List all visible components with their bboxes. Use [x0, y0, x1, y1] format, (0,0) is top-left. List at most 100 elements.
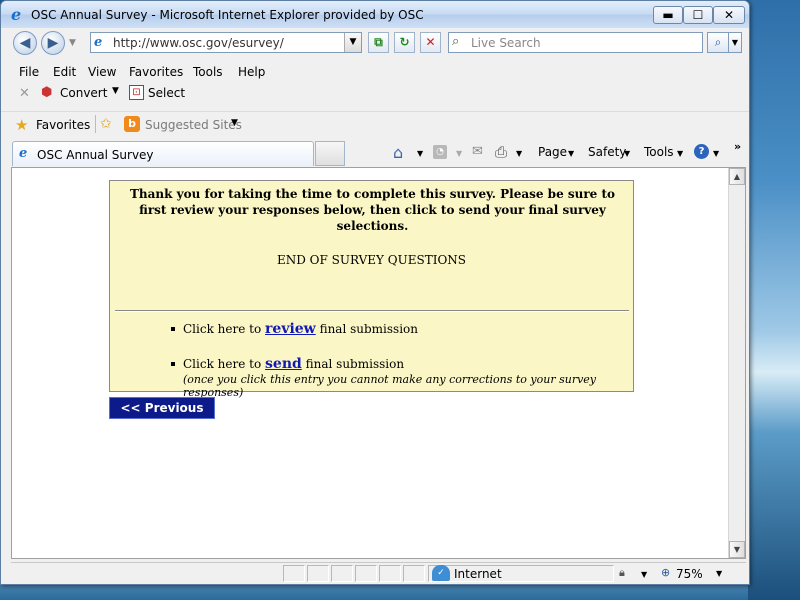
desktop-background [748, 0, 800, 600]
zone-label: Internet [454, 567, 502, 581]
page-dropdown-icon[interactable]: ▼ [568, 149, 574, 158]
stop-icon[interactable]: ✕ [420, 32, 441, 53]
convert-dropdown-icon[interactable]: ▼ [112, 86, 119, 96]
page-content: Thank you for taking the time to complet… [11, 167, 746, 559]
search-options-icon[interactable]: ▼ [728, 32, 742, 53]
menu-edit[interactable]: Edit [53, 65, 76, 79]
send-warning-note: (once you click this entry you cannot ma… [183, 373, 597, 399]
status-cell-5 [379, 565, 401, 582]
home-dropdown-icon[interactable]: ▼ [417, 149, 423, 158]
suggested-sites-dropdown-icon[interactable]: ▼ [231, 118, 238, 128]
send-prefix: Click here to [183, 357, 262, 371]
review-bullet [171, 327, 175, 331]
suggested-sites-button[interactable]: Suggested Sites [145, 118, 242, 132]
url-text[interactable]: http://www.osc.gov/esurvey/ [113, 36, 284, 50]
maximize-button[interactable]: ☐ [683, 6, 713, 24]
favorites-bar: ★ Favorites ✩ b Suggested Sites ▼ [1, 111, 749, 137]
browser-window: e OSC Annual Survey - Microsoft Internet… [0, 0, 750, 585]
address-bar: ◀ ▶ ▼ e http://www.osc.gov/esurvey/ ▼ ⧉ … [1, 28, 749, 58]
ie-logo-icon: e [11, 5, 22, 24]
minimize-button[interactable]: ▬ [653, 6, 683, 24]
compatibility-view-icon[interactable]: ⧉ [368, 32, 389, 53]
select-pdf-icon: ⊡ [129, 85, 144, 100]
print-dropdown-icon[interactable]: ▼ [516, 149, 522, 158]
page-icon: e [94, 35, 103, 50]
convert-button[interactable]: Convert [60, 86, 107, 100]
zoom-level[interactable]: 75% [676, 567, 703, 581]
home-icon[interactable]: ⌂ [393, 143, 403, 162]
send-link[interactable]: send [265, 356, 302, 372]
favorites-star-icon[interactable]: ★ [15, 116, 28, 134]
convert-toolbar: ✕ ⬢ Convert ▼ ⊡ Select [1, 83, 749, 105]
menu-favorites[interactable]: Favorites [129, 65, 183, 79]
safety-menu[interactable]: Safety [588, 145, 626, 159]
scroll-down-icon[interactable]: ▼ [729, 541, 745, 558]
forward-button[interactable]: ▶ [41, 31, 65, 55]
live-search-icon: ⌕ [452, 34, 460, 49]
tab-row: e OSC Annual Survey ⌂ ▼ ◔ ▼ ✉ ⎙ ▼ Page ▼… [1, 140, 749, 166]
send-suffix: final submission [305, 357, 405, 371]
recent-pages-dropdown-icon[interactable]: ▼ [69, 38, 76, 48]
feeds-dropdown-icon[interactable]: ▼ [456, 149, 462, 158]
search-placeholder: Live Search [471, 36, 541, 50]
status-cell-1 [283, 565, 305, 582]
read-mail-icon[interactable]: ✉ [472, 144, 483, 159]
survey-panel: Thank you for taking the time to complet… [109, 180, 634, 399]
status-cell-2 [307, 565, 329, 582]
zoom-dropdown-icon[interactable]: ▼ [716, 569, 722, 578]
toolbar-close-icon[interactable]: ✕ [19, 86, 30, 101]
protected-mode-icon[interactable]: 🔒︎ [619, 566, 625, 580]
new-tab-button[interactable] [315, 141, 345, 166]
close-button[interactable]: ✕ [713, 6, 745, 24]
status-cell-4 [355, 565, 377, 582]
protected-mode-dropdown-icon[interactable]: ▼ [641, 570, 647, 579]
tools-dropdown-icon[interactable]: ▼ [677, 149, 683, 158]
select-button[interactable]: Select [148, 86, 185, 100]
menu-file[interactable]: File [19, 65, 39, 79]
page-menu[interactable]: Page [538, 145, 567, 159]
tab-title: OSC Annual Survey [37, 148, 154, 162]
safety-dropdown-icon[interactable]: ▼ [624, 149, 630, 158]
refresh-icon[interactable]: ↻ [394, 32, 415, 53]
review-suffix: final submission [319, 322, 418, 336]
review-prefix: Click here to [183, 322, 262, 336]
menu-view[interactable]: View [88, 65, 116, 79]
status-cell-3 [331, 565, 353, 582]
send-bullet [171, 362, 175, 366]
title-bar[interactable]: e OSC Annual Survey - Microsoft Internet… [1, 1, 749, 28]
window-title: OSC Annual Survey - Microsoft Internet E… [31, 8, 424, 22]
convert-pdf-icon: ⬢ [41, 85, 53, 100]
feeds-icon[interactable]: ◔ [433, 145, 447, 159]
back-button[interactable]: ◀ [13, 31, 37, 55]
review-link[interactable]: review [265, 321, 316, 337]
suggested-sites-icon: b [124, 116, 140, 132]
tools-menu[interactable]: Tools [644, 145, 674, 159]
url-field[interactable]: e http://www.osc.gov/esurvey/ ▼ [90, 32, 362, 53]
previous-button[interactable]: << Previous [109, 397, 215, 419]
url-dropdown-icon[interactable]: ▼ [344, 33, 361, 52]
zoom-icon[interactable]: ⊕ [661, 566, 670, 579]
thanks-message: Thank you for taking the time to complet… [129, 187, 616, 233]
review-item: Click here to review final submission [183, 321, 418, 337]
tab-osc-annual-survey[interactable]: e OSC Annual Survey [12, 141, 314, 166]
menu-tools[interactable]: Tools [193, 65, 223, 79]
end-of-survey-heading: END OF SURVEY QUESTIONS [276, 253, 466, 267]
favorites-divider [95, 115, 96, 133]
scroll-up-icon[interactable]: ▲ [729, 168, 745, 185]
status-cell-6 [403, 565, 425, 582]
search-button[interactable]: ⌕ [707, 32, 729, 53]
print-icon[interactable]: ⎙ [495, 143, 507, 161]
help-icon[interactable]: ? [694, 144, 709, 159]
vertical-scrollbar[interactable]: ▲ ▼ [728, 168, 745, 558]
search-input[interactable]: ⌕ Live Search [448, 32, 703, 53]
help-dropdown-icon[interactable]: ▼ [713, 149, 719, 158]
status-bar: ✓ Internet 🔒︎ ▼ ⊕ 75% ▼ [11, 562, 746, 583]
survey-divider [115, 310, 629, 312]
internet-zone-icon: ✓ [432, 565, 450, 581]
tab-ie-icon: e [19, 146, 28, 161]
favorites-button[interactable]: Favorites [36, 118, 90, 132]
add-to-favorites-icon[interactable]: ✩ [100, 116, 112, 132]
menu-bar: File Edit View Favorites Tools Help [1, 61, 749, 83]
menu-help[interactable]: Help [238, 65, 265, 79]
more-commands-icon[interactable]: » [734, 140, 741, 153]
